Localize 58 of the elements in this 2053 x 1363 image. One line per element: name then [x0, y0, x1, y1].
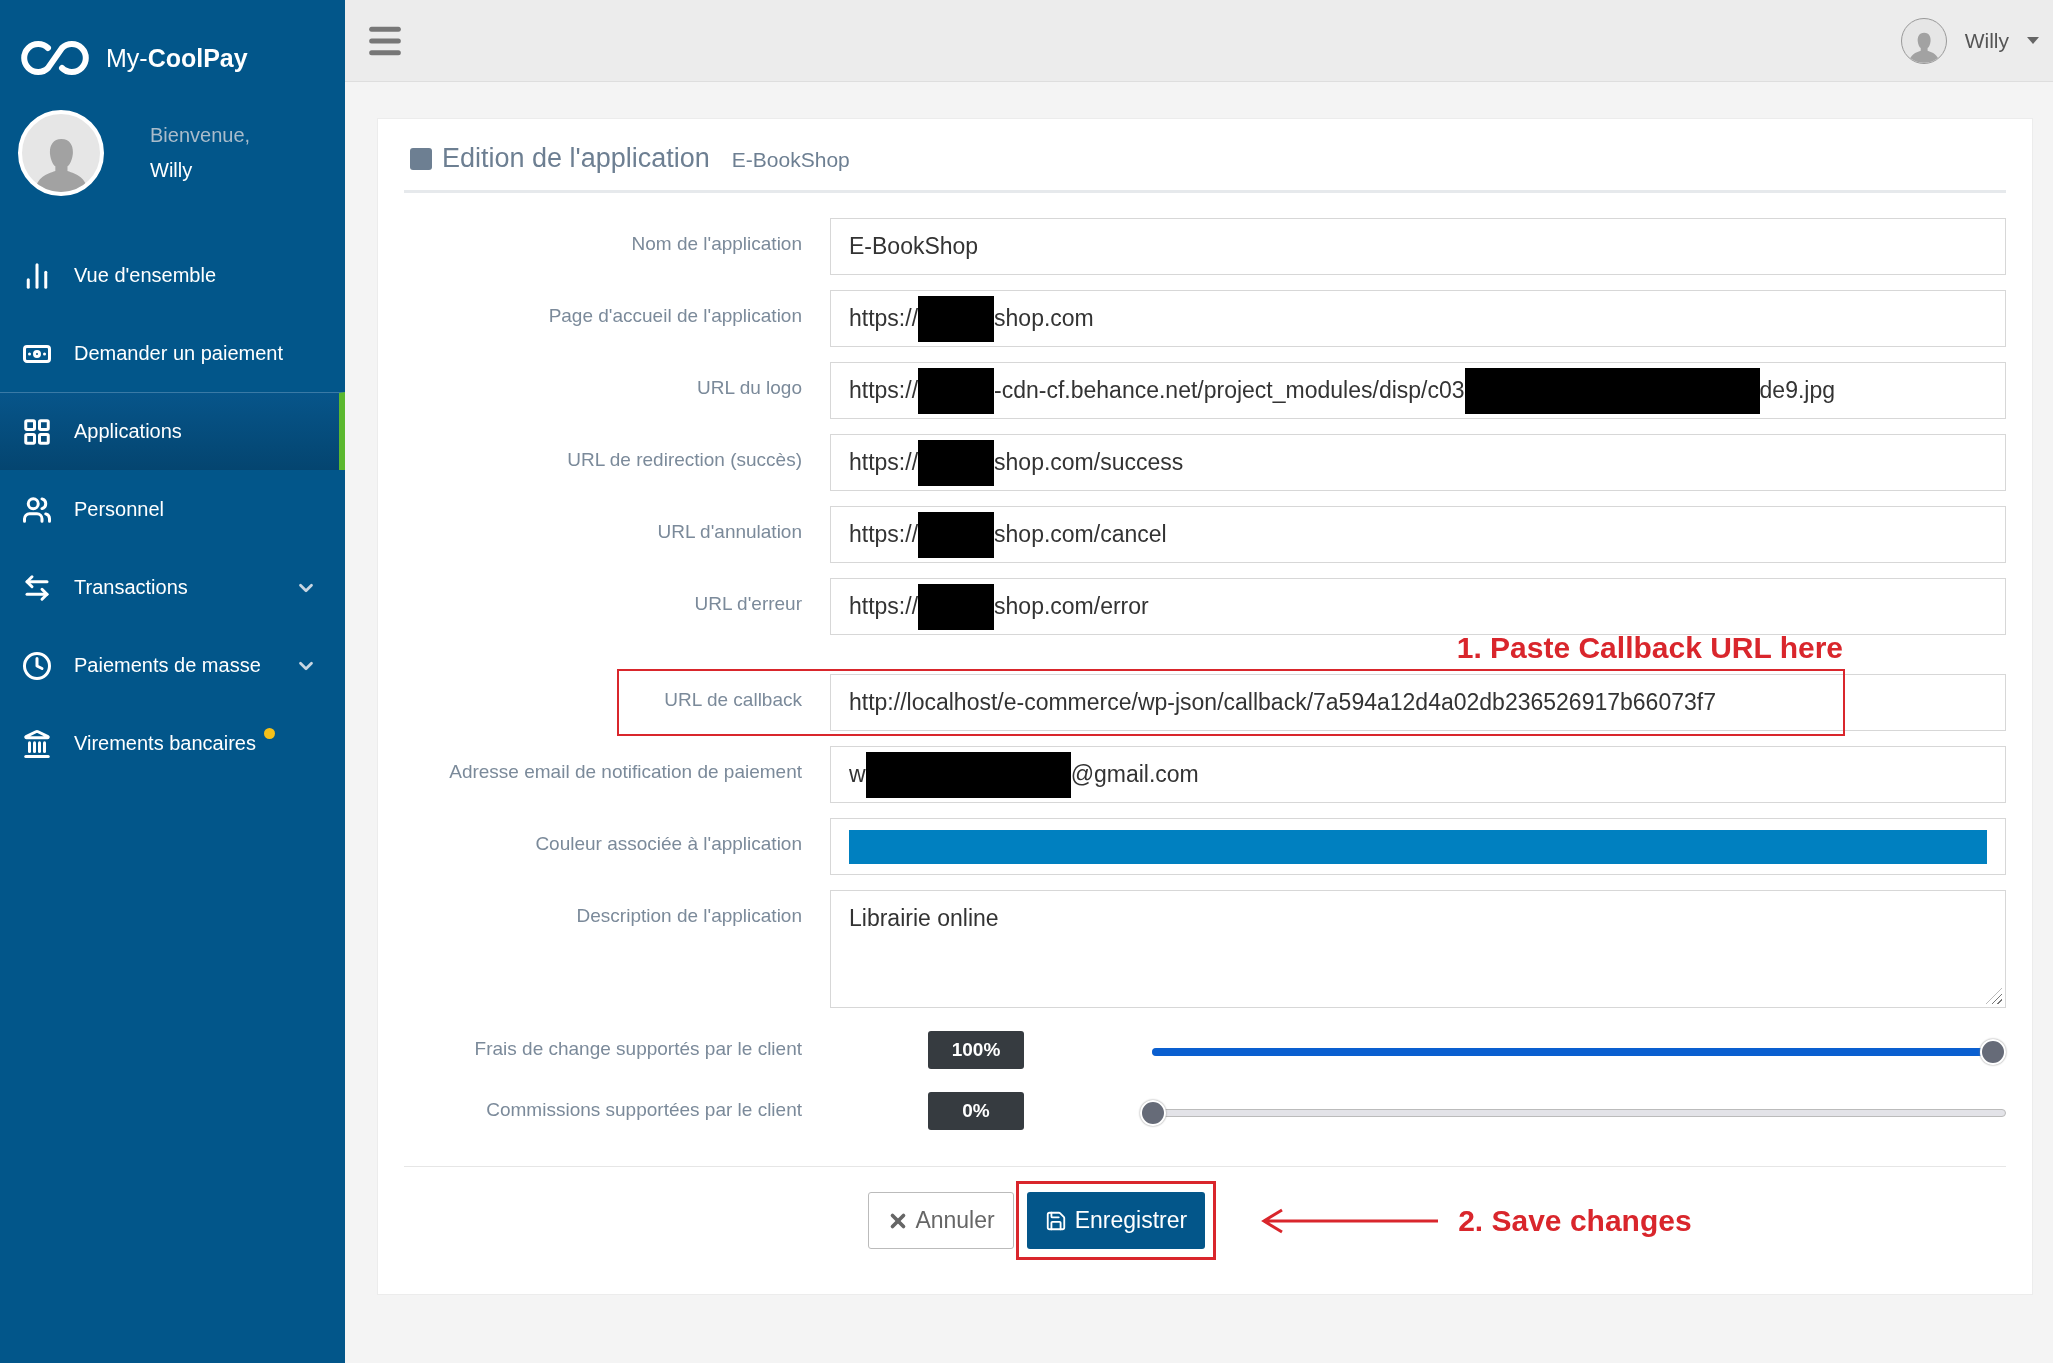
field-label: Couleur associée à l'application: [534, 832, 802, 855]
save-icon: [1044, 1209, 1067, 1232]
nav-label: Virements bancaires: [74, 732, 256, 755]
nav-label: Paiements de masse: [74, 654, 261, 677]
field-label: Commissions supportées par le client: [485, 1098, 802, 1121]
input-field[interactable]: E-BookShop: [830, 218, 2006, 275]
field-label: Page d'accueil de l'application: [547, 304, 802, 327]
nav-label: Demander un paiement: [74, 342, 283, 365]
notification-dot: [263, 728, 275, 739]
cancel-button[interactable]: Annuler: [868, 1192, 1014, 1249]
percentage-badge: 0%: [928, 1092, 1024, 1130]
user-name: Willy: [150, 159, 194, 182]
field-label: URL d'annulation: [656, 520, 802, 543]
input-field[interactable]: https:// shop.com/error: [830, 578, 2006, 635]
logo-icon: [18, 40, 92, 76]
input-field[interactable]: https:// -cdn-cf.behance.net/project_modules/disp/c03 de9.jpg: [830, 362, 2006, 419]
panel-title: Edition de l'application: [442, 143, 710, 174]
field-label: URL d'erreur: [693, 592, 802, 615]
input-field[interactable]: w @gmail.com: [830, 746, 2006, 803]
sidebar-item[interactable]: Personnel: [0, 470, 345, 548]
percentage-badge: 100%: [928, 1031, 1024, 1069]
nav-icon: [22, 416, 52, 447]
sidebar-item[interactable]: Virements bancaires: [0, 704, 345, 782]
field-label: URL de callback: [663, 688, 802, 711]
nav-label: Vue d'ensemble: [74, 264, 217, 287]
panel-subtitle: E-BookShop: [731, 148, 850, 172]
input-field[interactable]: https:// shop.com: [830, 290, 2006, 347]
field-label: Description de l'application: [575, 904, 802, 927]
sidebar-item[interactable]: Demander un paiement: [0, 314, 345, 392]
caret-icon: [2027, 37, 2039, 44]
field-label: Nom de l'application: [630, 232, 802, 255]
nav-label: Transactions: [74, 576, 188, 599]
sidebar-item[interactable]: Applications: [0, 392, 345, 470]
field-label: Adresse email de notification de paiement: [448, 760, 802, 783]
input-field[interactable]: https:// shop.com/cancel: [830, 506, 2006, 563]
slider-thumb[interactable]: [1980, 1039, 2006, 1065]
field-label: Frais de change supportés par le client: [473, 1037, 802, 1060]
user-menu-name[interactable]: Willy: [1964, 28, 2009, 53]
sidebar-item[interactable]: Vue d'ensemble: [0, 236, 345, 314]
annotation-text: 2. Save changes: [1458, 1203, 1692, 1238]
nav-icon: [22, 728, 52, 759]
brand-name: My-CoolPay: [106, 43, 248, 73]
input-field[interactable]: https:// shop.com/success: [830, 434, 2006, 491]
field-label: URL de redirection (succès): [566, 448, 802, 471]
nav-label: Personnel: [74, 498, 165, 521]
textarea-field[interactable]: Librairie online: [830, 890, 2006, 1008]
input-field[interactable]: http://localhost/e-commerce/wp-json/callback/7a594a12d4a02db236526917b66073f7: [830, 674, 2006, 731]
save-button[interactable]: Enregistrer: [1026, 1192, 1206, 1249]
greeting-text: Bienvenue,: [150, 124, 251, 147]
sidebar-item[interactable]: Paiements de masse: [0, 626, 345, 704]
nav-label: Applications: [74, 420, 182, 443]
nav-icon: [22, 650, 52, 681]
field-label: URL du logo: [696, 376, 802, 399]
slider-thumb[interactable]: [1140, 1100, 1166, 1126]
square-icon: [410, 147, 432, 170]
nav-icon: [22, 494, 52, 525]
color-field[interactable]: [830, 818, 2006, 875]
sidebar-item[interactable]: Transactions: [0, 548, 345, 626]
